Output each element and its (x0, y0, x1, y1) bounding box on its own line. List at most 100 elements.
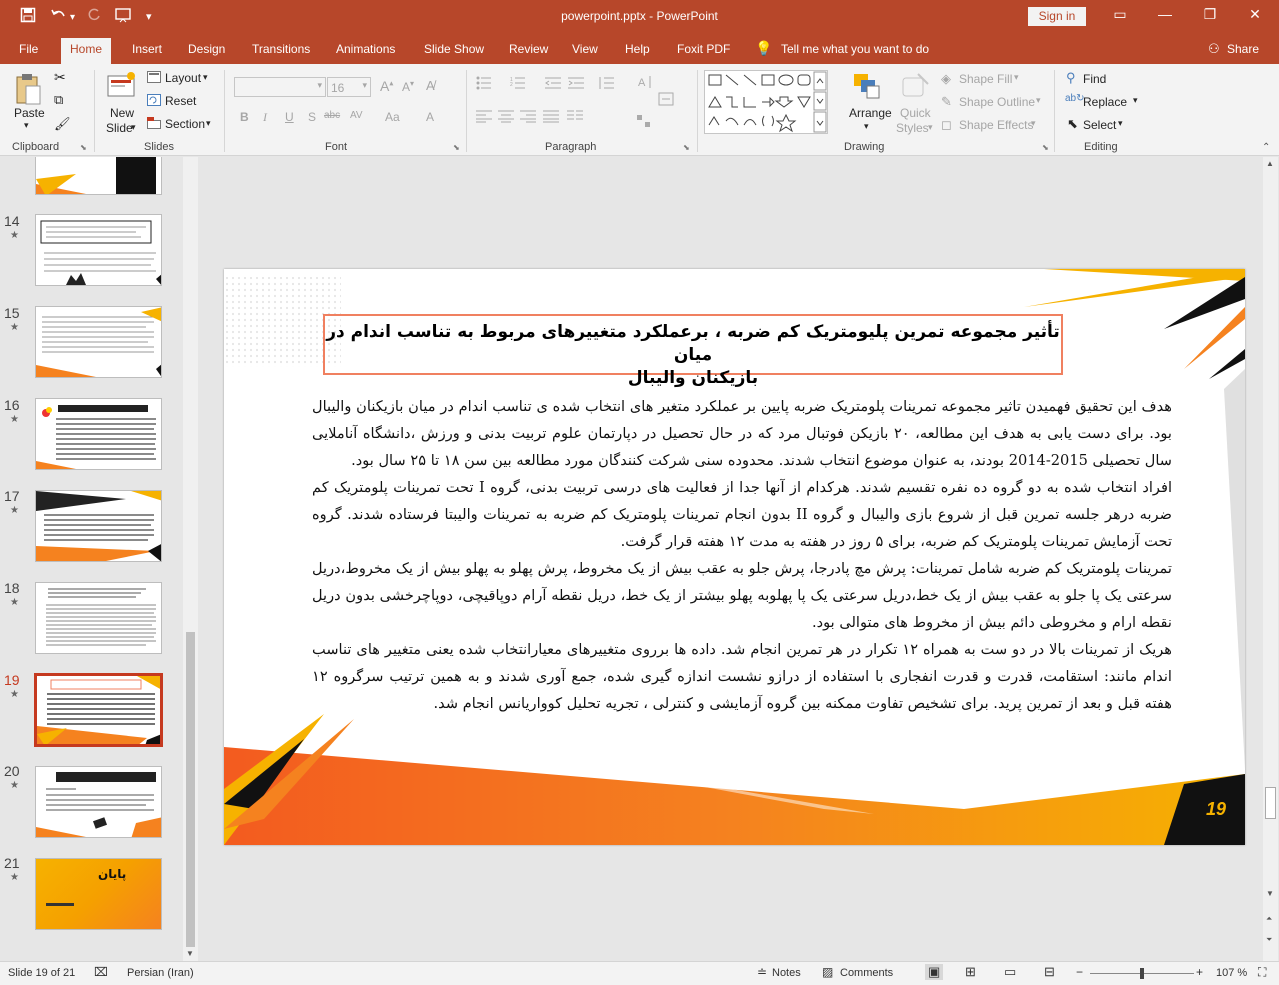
sign-in-button[interactable]: Sign in (1028, 7, 1086, 26)
font-color-button[interactable]: A (426, 110, 434, 124)
arrange-dropdown-icon[interactable]: ▾ (864, 121, 869, 132)
share-button[interactable]: Share (1227, 42, 1259, 56)
slide-show-icon[interactable]: ⊟ (1044, 964, 1055, 980)
scroll-up-arrow-icon[interactable]: ▲ (1266, 159, 1274, 168)
zoom-level[interactable]: 107 % (1216, 967, 1247, 979)
editor-scrollbar[interactable]: ▲ ▼ ⏶ ⏷ (1263, 157, 1278, 961)
spell-check-icon[interactable]: ⌧ (94, 965, 108, 979)
arrange-button[interactable]: Arrange (849, 106, 892, 120)
reset-icon[interactable] (147, 94, 161, 109)
columns-icon[interactable] (567, 109, 583, 126)
font-name-combobox[interactable]: ▾ (234, 77, 326, 97)
paragraph-launcher-icon[interactable]: ⬊ (683, 143, 690, 152)
quick-styles-button-line2[interactable]: Styles (896, 121, 929, 135)
paste-icon[interactable] (14, 72, 42, 109)
decrease-font-size-icon[interactable]: A▾ (402, 79, 414, 94)
thumbnails-scrollbar[interactable]: ▼ (183, 157, 198, 961)
slide-thumbnail-active[interactable] (34, 673, 163, 747)
shape-outline-icon[interactable]: ✎ (941, 94, 952, 110)
zoom-out-icon[interactable]: − (1076, 965, 1083, 979)
paste-dropdown-icon[interactable]: ▾ (24, 120, 29, 131)
tab-transitions[interactable]: Transitions (252, 42, 310, 56)
select-dropdown-icon[interactable]: ▾ (1118, 118, 1123, 129)
replace-icon[interactable]: ab↻ (1065, 93, 1085, 104)
tab-foxit-pdf[interactable]: Foxit PDF (677, 42, 730, 56)
slide-thumbnail[interactable] (35, 157, 162, 195)
layout-icon[interactable] (147, 71, 161, 86)
slide-title[interactable]: تأثیر مجموعه تمرین پلیومتریک کم ضربه ، ب… (323, 314, 1063, 388)
numbering-icon[interactable]: 12 (510, 76, 526, 93)
layout-button[interactable]: Layout (165, 71, 201, 85)
font-size-dropdown-icon[interactable]: ▾ (362, 80, 367, 91)
slide-thumbnail[interactable] (35, 306, 162, 378)
arrange-icon[interactable] (852, 72, 882, 103)
slide-thumbnail[interactable] (35, 490, 162, 562)
italic-button[interactable]: I (263, 110, 267, 125)
find-icon[interactable]: ⚲ (1066, 70, 1076, 86)
font-launcher-icon[interactable]: ⬊ (453, 143, 460, 152)
tab-design[interactable]: Design (188, 42, 225, 56)
drawing-launcher-icon[interactable]: ⬊ (1042, 143, 1049, 152)
next-slide-icon[interactable]: ⏷ (1266, 935, 1272, 945)
align-text-icon[interactable] (658, 92, 674, 109)
collapse-ribbon-icon[interactable]: ⌃ (1262, 142, 1270, 153)
clipboard-launcher-icon[interactable]: ⬊ (80, 143, 87, 152)
slide-body-text[interactable]: هدف این تحقیق فهمیدن تاثیر مجموعه تمرینا… (312, 393, 1172, 717)
font-size-combobox[interactable]: 16 ▾ (327, 77, 371, 97)
comments-button[interactable]: Comments (840, 967, 893, 979)
increase-font-size-icon[interactable]: A▴ (380, 78, 393, 94)
tab-view[interactable]: View (572, 42, 598, 56)
editor-scrollbar-thumb[interactable] (1265, 787, 1276, 819)
slide-thumbnails-pane[interactable]: 14 ★ 15 ★ 16 ★ 17 ★ 18 ★ 19 ★ 20 ★ 21 ★ … (0, 157, 200, 961)
thumbnails-scrollbar-thumb[interactable] (186, 632, 195, 947)
scroll-down-arrow-icon[interactable]: ▼ (186, 949, 194, 958)
find-button[interactable]: Find (1083, 72, 1106, 86)
align-left-icon[interactable] (476, 109, 492, 126)
smartart-icon[interactable] (636, 114, 652, 131)
section-button[interactable]: Section (165, 117, 205, 131)
quick-styles-dropdown-icon[interactable]: ▾ (928, 122, 933, 133)
zoom-slider-thumb[interactable] (1140, 968, 1144, 979)
notes-icon[interactable]: ≐ (757, 965, 767, 979)
line-spacing-icon[interactable] (598, 76, 614, 93)
text-shadow-button[interactable]: S (308, 110, 316, 124)
minimize-icon[interactable]: — (1150, 6, 1180, 22)
bullets-icon[interactable] (476, 76, 492, 93)
increase-indent-icon[interactable] (568, 76, 584, 93)
shape-outline-dropdown-icon[interactable]: ▾ (1036, 95, 1041, 106)
tab-review[interactable]: Review (509, 42, 548, 56)
slide-thumbnail[interactable] (35, 214, 162, 286)
shape-fill-icon[interactable]: ◈ (941, 71, 951, 87)
clear-formatting-icon[interactable]: A̸ (426, 78, 435, 93)
shape-fill-button[interactable]: Shape Fill (959, 72, 1012, 86)
maximize-icon[interactable]: ❐ (1195, 6, 1225, 23)
close-icon[interactable]: ✕ (1240, 6, 1270, 23)
new-slide-icon[interactable] (107, 71, 137, 102)
notes-button[interactable]: Notes (772, 967, 801, 979)
align-center-icon[interactable] (498, 109, 514, 126)
new-slide-dropdown-icon[interactable]: ▾ (131, 122, 136, 133)
text-direction-icon[interactable]: A (636, 74, 652, 93)
tab-home[interactable]: Home (61, 38, 112, 64)
new-slide-button-line2[interactable]: Slide (106, 121, 133, 135)
normal-view-icon[interactable]: ▣ (925, 964, 944, 980)
bold-button[interactable]: B (240, 110, 249, 124)
shape-effects-dropdown-icon[interactable]: ▾ (1031, 118, 1036, 129)
shape-fill-dropdown-icon[interactable]: ▾ (1014, 72, 1019, 83)
slide-canvas[interactable]: تأثیر مجموعه تمرین پلیومتریک کم ضربه ، ب… (224, 269, 1245, 845)
replace-dropdown-icon[interactable]: ▾ (1133, 95, 1138, 106)
tab-insert[interactable]: Insert (132, 42, 162, 56)
previous-slide-icon[interactable]: ⏶ (1266, 914, 1272, 924)
character-spacing-button[interactable]: AV (350, 110, 363, 121)
reading-view-icon[interactable]: ▭ (1004, 964, 1016, 980)
new-slide-button-line1[interactable]: New (110, 106, 134, 120)
slide-thumbnail[interactable] (35, 766, 162, 838)
language-indicator[interactable]: Persian (Iran) (127, 967, 194, 979)
section-dropdown-icon[interactable]: ▾ (206, 118, 211, 129)
tab-help[interactable]: Help (625, 42, 650, 56)
replace-button[interactable]: Replace (1083, 95, 1127, 109)
format-painter-icon[interactable]: 🖌 (54, 116, 71, 132)
align-right-icon[interactable] (520, 109, 536, 126)
select-icon[interactable]: ⬉ (1067, 116, 1078, 132)
slide-sorter-icon[interactable]: ⊞ (965, 964, 976, 980)
